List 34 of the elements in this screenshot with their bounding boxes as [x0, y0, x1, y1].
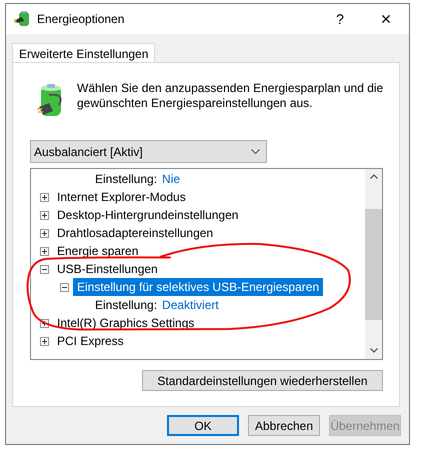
setting-label: Einstellung: — [95, 297, 158, 314]
restore-defaults-button[interactable]: Standardeinstellungen wiederherstellen — [142, 370, 383, 391]
setting-value[interactable]: Nie — [162, 170, 180, 188]
description-text: Wählen Sie den anzupassenden Energiesparplan und die gewünschten Energiespareinstellungen aus. — [77, 81, 384, 112]
battery-plug-icon — [14, 11, 32, 27]
expand-icon[interactable] — [40, 192, 49, 202]
tree-item[interactable]: Energie sparen — [53, 242, 142, 260]
close-button[interactable]: × — [363, 4, 409, 34]
scroll-down-icon[interactable] — [370, 348, 378, 353]
tree-item[interactable]: USB-Einstellungen — [53, 260, 162, 278]
plan-dropdown[interactable]: Ausbalanciert [Aktiv] — [30, 140, 267, 163]
tab[interactable]: Erweiterte Einstellungen — [12, 43, 156, 64]
expand-icon[interactable] — [40, 246, 49, 256]
tree-item[interactable]: Desktop-Hintergrundeinstellungen — [53, 206, 242, 224]
tree-item[interactable]: Einstellung für selektives USB-Energiesparen — [73, 278, 324, 296]
scrollbar[interactable] — [365, 169, 382, 359]
dialog-button[interactable]: Abbrechen — [248, 415, 320, 436]
collapse-icon[interactable] — [40, 264, 49, 274]
tree-item[interactable]: Internet Explorer-Modus — [53, 188, 190, 206]
setting-value[interactable]: Deaktiviert — [162, 296, 219, 314]
scroll-up-icon[interactable] — [370, 174, 378, 179]
expand-icon[interactable] — [40, 210, 49, 220]
scroll-thumb[interactable] — [365, 209, 382, 320]
chevron-down-icon — [251, 149, 260, 154]
help-button[interactable]: ? — [317, 4, 363, 34]
expand-icon[interactable] — [40, 336, 49, 346]
tree-item[interactable]: Intel(R) Graphics Settings — [53, 314, 198, 332]
setting-label: Einstellung: — [95, 171, 158, 188]
expand-icon[interactable] — [40, 228, 49, 238]
window-title: Energieoptionen — [37, 11, 124, 28]
collapse-icon[interactable] — [60, 282, 69, 292]
tree-item[interactable]: PCI Express — [53, 332, 128, 350]
tree-item[interactable]: Drahtlosadaptereinstellungen — [53, 224, 218, 242]
dialog-button[interactable]: OK — [167, 415, 239, 436]
